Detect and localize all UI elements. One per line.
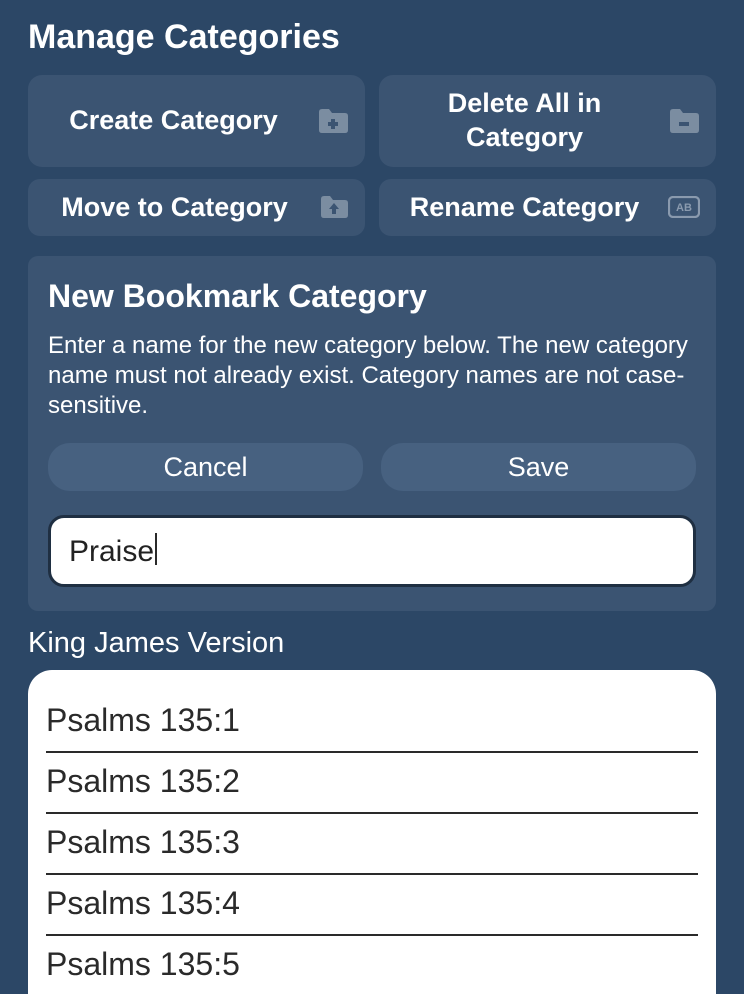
input-text: Praise [69, 535, 154, 568]
panel-title: New Bookmark Category [48, 278, 696, 315]
list-item[interactable]: Psalms 135:3 [46, 814, 698, 875]
folder-arrow-up-icon [319, 195, 349, 219]
verse-list: Psalms 135:1 Psalms 135:2 Psalms 135:3 P… [28, 670, 716, 994]
cancel-label: Cancel [163, 452, 247, 483]
cancel-button[interactable]: Cancel [48, 443, 363, 491]
list-item[interactable]: Psalms 135:5 [46, 936, 698, 994]
list-item[interactable]: Psalms 135:4 [46, 875, 698, 936]
folder-plus-icon [317, 108, 349, 134]
list-item[interactable]: Psalms 135:2 [46, 753, 698, 814]
text-caret [155, 533, 157, 565]
list-item[interactable]: Psalms 135:1 [46, 692, 698, 753]
save-button[interactable]: Save [381, 443, 696, 491]
move-to-category-button[interactable]: Move to Category [28, 179, 365, 237]
panel-description: Enter a name for the new category below.… [48, 331, 696, 421]
toolbar-row-2: Move to Category Rename Category AB [28, 179, 716, 237]
create-category-label: Create Category [44, 104, 303, 138]
category-name-input-wrap[interactable]: Praise [48, 515, 696, 587]
page-title: Manage Categories [28, 18, 716, 57]
save-label: Save [508, 452, 570, 483]
panel-buttons: Cancel Save [48, 443, 696, 491]
rename-category-button[interactable]: Rename Category AB [379, 179, 716, 237]
toolbar-row-1: Create Category Delete All in Category [28, 75, 716, 167]
create-category-button[interactable]: Create Category [28, 75, 365, 167]
rename-ab-icon: AB [668, 196, 700, 218]
category-name-input[interactable]: Praise [69, 533, 675, 569]
svg-text:AB: AB [676, 202, 692, 214]
bible-version-label: King James Version [28, 627, 716, 660]
folder-minus-icon [668, 108, 700, 134]
delete-all-label: Delete All in Category [395, 87, 654, 155]
delete-all-button[interactable]: Delete All in Category [379, 75, 716, 167]
rename-category-label: Rename Category [395, 191, 654, 225]
new-category-panel: New Bookmark Category Enter a name for t… [28, 256, 716, 611]
move-to-category-label: Move to Category [44, 191, 305, 225]
